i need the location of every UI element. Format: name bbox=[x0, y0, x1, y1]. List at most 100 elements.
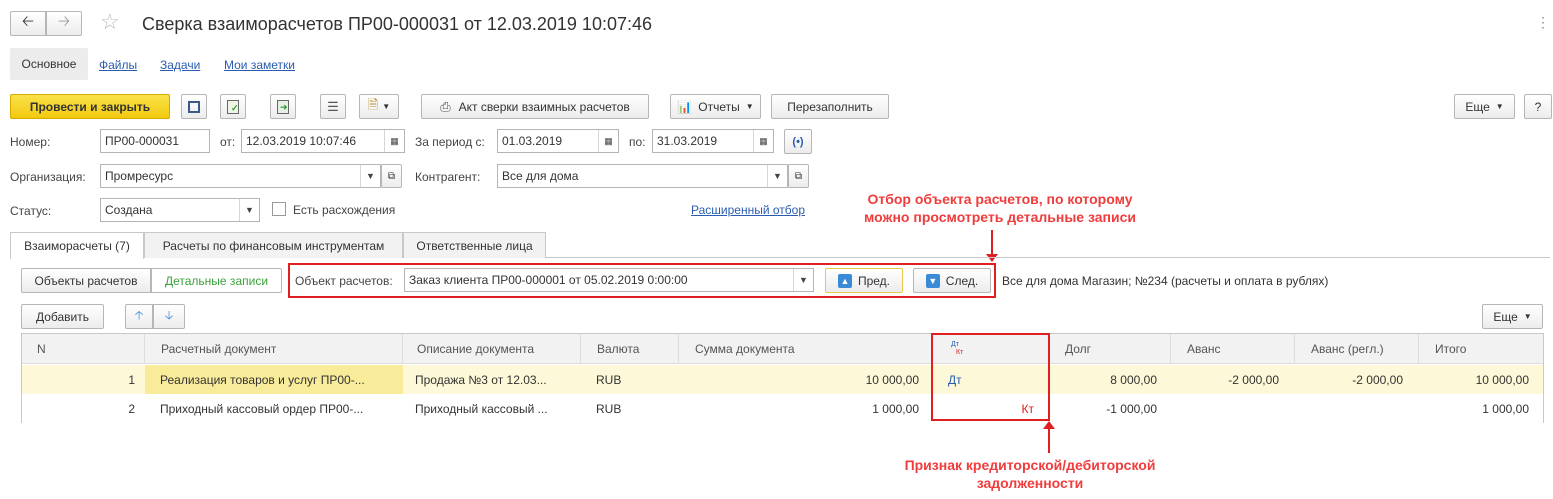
status-value: Создана bbox=[105, 203, 153, 217]
post-and-close-button[interactable]: Провести и закрыть bbox=[10, 94, 170, 119]
post-button[interactable]: ✓ bbox=[220, 94, 246, 119]
cell-total: 10 000,00 bbox=[1475, 373, 1529, 387]
cell-doc[interactable]: Приходный кассовый ордер ПР00-... bbox=[150, 395, 403, 423]
object-label: Объект расчетов: bbox=[295, 274, 393, 288]
section-main[interactable]: Основное bbox=[10, 48, 88, 80]
post-document-icon: ✓ bbox=[227, 99, 239, 114]
period-to-field[interactable]: 31.03.2019 ▦ bbox=[652, 129, 774, 153]
annotation-arrow-up bbox=[1048, 428, 1050, 453]
arrow-head-icon bbox=[986, 254, 998, 262]
report-icon: 📊 bbox=[677, 99, 693, 114]
contractor-open-button[interactable]: ⧉ bbox=[788, 164, 809, 188]
cell-currency: RUB bbox=[596, 373, 622, 387]
print-menu-button[interactable]: 🗎 ▼ bbox=[359, 94, 399, 119]
printer-icon: ⎙ bbox=[440, 98, 451, 114]
number-field[interactable]: ПР00-000031 bbox=[100, 129, 210, 153]
open-icon: ⧉ bbox=[387, 170, 396, 182]
object-field[interactable]: Заказ клиента ПР00-000001 от 05.02.2019 … bbox=[404, 268, 814, 292]
contractor-field[interactable]: Все для дома ▼ bbox=[497, 164, 788, 188]
chevron-down-icon[interactable]: ▼ bbox=[239, 199, 259, 221]
col-total[interactable]: Итого bbox=[1419, 334, 1543, 364]
table-more-label: Еще bbox=[1493, 309, 1518, 324]
status-field[interactable]: Создана ▼ bbox=[100, 198, 260, 222]
move-up-button[interactable]: 🡡 bbox=[125, 304, 153, 329]
col-currency[interactable]: Валюта bbox=[581, 334, 679, 364]
advanced-filter-link[interactable]: Расширенный отбор bbox=[691, 203, 805, 217]
org-open-button[interactable]: ⧉ bbox=[381, 164, 402, 188]
cell-debt: 8 000,00 bbox=[1110, 373, 1157, 387]
org-field[interactable]: Промресурс ▼ bbox=[100, 164, 381, 188]
chevron-down-icon[interactable]: ▼ bbox=[360, 165, 380, 187]
subtab-details[interactable]: Детальные записи bbox=[151, 268, 282, 293]
forward-button[interactable]: 🡢 bbox=[46, 11, 82, 36]
section-notes[interactable]: Мои заметки bbox=[224, 58, 295, 72]
subtab-objects[interactable]: Объекты расчетов bbox=[21, 268, 151, 293]
page-title: Сверка взаиморасчетов ПР00-000031 от 12.… bbox=[142, 14, 652, 34]
col-debt[interactable]: Долг bbox=[1049, 334, 1171, 364]
section-files[interactable]: Файлы bbox=[99, 58, 137, 72]
help-button[interactable]: ? bbox=[1524, 94, 1552, 119]
tab-financial-instruments[interactable]: Расчеты по финансовым инструментам bbox=[144, 232, 403, 258]
chevron-down-icon: ▼ bbox=[382, 102, 391, 111]
act-reconciliation-button[interactable]: ⎙ Акт сверки взаимных расчетов bbox=[421, 94, 649, 119]
floppy-disk-icon bbox=[188, 100, 200, 113]
cell-advance-reg: -2 000,00 bbox=[1352, 373, 1403, 387]
col-desc[interactable]: Описание документа bbox=[403, 334, 581, 364]
back-button[interactable]: 🡠 bbox=[10, 11, 46, 36]
based-on-button[interactable]: ➜ bbox=[270, 94, 296, 119]
open-icon: ⧉ bbox=[794, 170, 803, 182]
chevron-down-icon[interactable]: ▼ bbox=[767, 165, 787, 187]
prev-button[interactable]: ▲ Пред. bbox=[825, 268, 903, 293]
col-doc[interactable]: Расчетный документ bbox=[145, 334, 403, 364]
contractor-value: Все для дома bbox=[502, 169, 579, 183]
chevron-down-icon: ▼ bbox=[1495, 102, 1504, 111]
tab-settlements[interactable]: Взаиморасчеты (7) bbox=[10, 232, 144, 259]
calendar-icon[interactable]: ▦ bbox=[384, 130, 404, 152]
next-label: След. bbox=[945, 273, 979, 288]
discrepancy-checkbox[interactable] bbox=[272, 202, 286, 216]
next-button[interactable]: ▼ След. bbox=[913, 268, 991, 293]
col-n[interactable]: N bbox=[27, 334, 145, 364]
refill-button[interactable]: Перезаполнить bbox=[771, 94, 889, 119]
prev-label: Пред. bbox=[857, 273, 891, 288]
cell-doc[interactable]: Реализация товаров и услуг ПР00-... bbox=[150, 366, 403, 394]
col-advance[interactable]: Аванс bbox=[1171, 334, 1295, 364]
cell-total: 1 000,00 bbox=[1482, 402, 1529, 416]
annotation-top-line2: можно просмотреть детальные записи bbox=[864, 209, 1136, 225]
table-more-button[interactable]: Еще ▼ bbox=[1482, 304, 1543, 329]
arrow-up-icon: 🡡 bbox=[134, 308, 144, 322]
calendar-icon[interactable]: ▦ bbox=[598, 130, 618, 152]
calendar-icon[interactable]: ▦ bbox=[753, 130, 773, 152]
star-icon[interactable]: ☆ bbox=[100, 9, 120, 35]
period-select-button[interactable]: (•) bbox=[784, 129, 812, 154]
journal-button[interactable]: ☰ bbox=[320, 94, 346, 119]
arrow-down-icon: 🡣 bbox=[164, 308, 174, 322]
cell-desc: Приходный кассовый ... bbox=[415, 402, 548, 416]
col-sum[interactable]: Сумма документа bbox=[679, 334, 933, 364]
object-info: Все для дома Магазин; №234 (расчеты и оп… bbox=[1002, 274, 1329, 288]
col-advance-reg[interactable]: Аванс (регл.) bbox=[1295, 334, 1419, 364]
object-value: Заказ клиента ПР00-000001 от 05.02.2019 … bbox=[409, 273, 688, 287]
document-menu-icon: 🗎 bbox=[367, 96, 379, 112]
reports-button[interactable]: 📊 Отчеты ▼ bbox=[670, 94, 761, 119]
cell-n: 1 bbox=[128, 373, 135, 387]
cell-sum: 10 000,00 bbox=[865, 373, 919, 387]
contractor-label: Контрагент: bbox=[415, 170, 481, 184]
arrow-left-icon: 🡠 bbox=[21, 13, 35, 30]
date-label: от: bbox=[220, 135, 236, 149]
move-down-button[interactable]: 🡣 bbox=[153, 304, 185, 329]
date-field[interactable]: 12.03.2019 10:07:46 ▦ bbox=[241, 129, 405, 153]
period-selector-icon: (•) bbox=[792, 135, 804, 148]
period-to-value: 31.03.2019 bbox=[657, 134, 718, 148]
more-button[interactable]: Еще ▼ bbox=[1454, 94, 1515, 119]
tab-responsible-persons[interactable]: Ответственные лица bbox=[403, 232, 546, 258]
org-label: Организация: bbox=[10, 170, 86, 184]
period-from-field[interactable]: 01.03.2019 ▦ bbox=[497, 129, 619, 153]
save-button[interactable] bbox=[181, 94, 207, 119]
chevron-down-icon[interactable]: ▼ bbox=[793, 269, 813, 291]
annotation-bottom-line1: Признак кредиторской/дебиторской bbox=[904, 457, 1156, 473]
cell-debt: -1 000,00 bbox=[1106, 402, 1157, 416]
section-tasks[interactable]: Задачи bbox=[160, 58, 200, 72]
vertical-ellipsis-icon[interactable]: ⋮ bbox=[1536, 14, 1550, 31]
add-button[interactable]: Добавить bbox=[21, 304, 104, 329]
